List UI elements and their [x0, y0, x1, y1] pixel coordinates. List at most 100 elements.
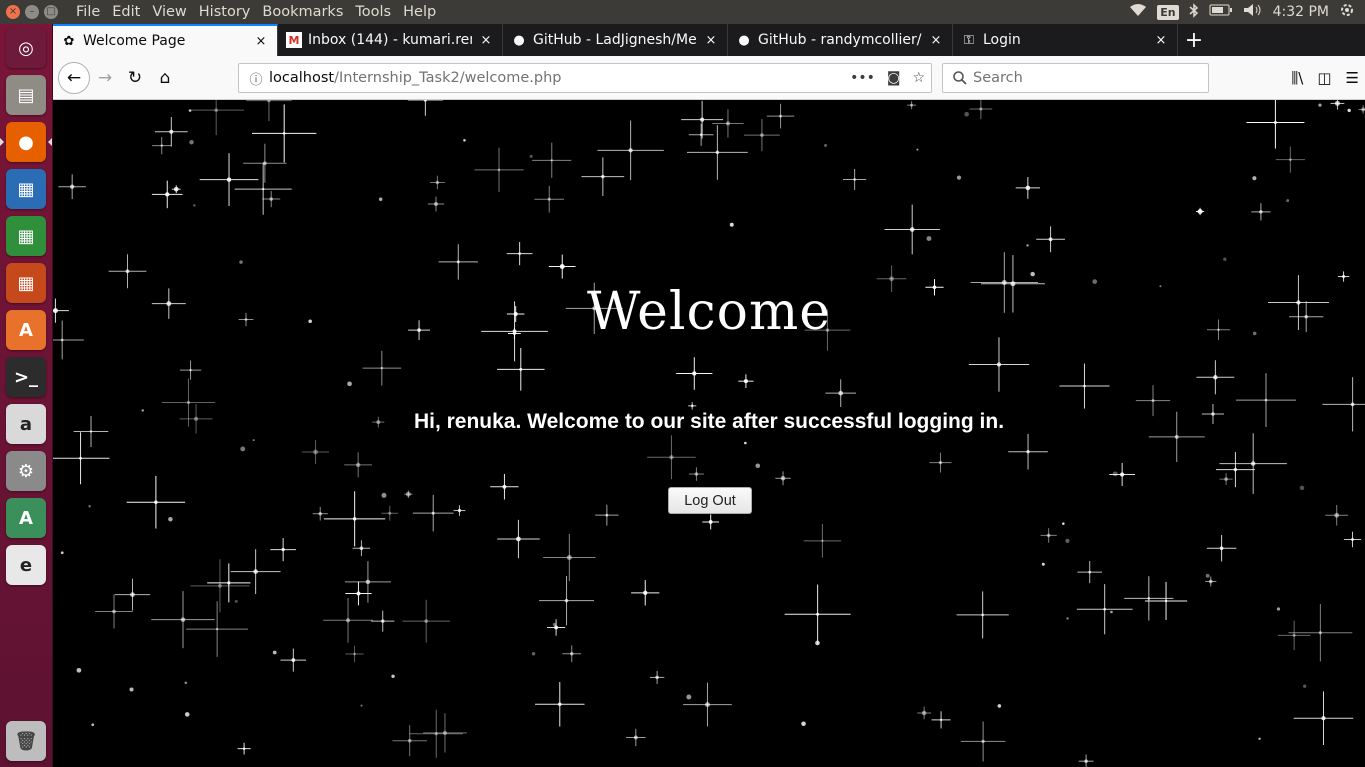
- star-sparkle: [1219, 473, 1233, 486]
- star-sparkle: [647, 435, 696, 480]
- menu-help[interactable]: Help: [397, 4, 442, 20]
- star-sparkle: [352, 540, 371, 557]
- star-dot: [184, 712, 190, 717]
- star-sparkle: [631, 580, 660, 606]
- url-bar[interactable]: ⓘ localhost/Internship_Task2/welcome.php…: [238, 63, 932, 93]
- system-indicators: En 4:32 PM: [1129, 2, 1365, 22]
- tab-title: Login: [983, 32, 1021, 48]
- star-dot: [801, 721, 806, 727]
- amazon-icon[interactable]: a: [6, 404, 46, 444]
- site-info-icon[interactable]: ⓘ: [243, 69, 269, 88]
- reload-button[interactable]: ↻: [120, 63, 150, 93]
- star-sparkle: [497, 347, 545, 391]
- star-dot: [997, 704, 1002, 708]
- menu-file[interactable]: File: [70, 4, 106, 20]
- trash-icon[interactable]: 🗑: [6, 721, 46, 761]
- sidebar-icon[interactable]: ◫: [1317, 69, 1331, 87]
- star-sparkle: [681, 100, 724, 139]
- star-dot: [188, 109, 192, 112]
- star-sparkle: [1293, 691, 1354, 746]
- star-sparkle: [534, 185, 565, 213]
- star-sparkle: [152, 136, 172, 155]
- tab-close-icon[interactable]: ×: [253, 33, 269, 49]
- menu-tools[interactable]: Tools: [349, 4, 397, 20]
- tab-close-icon[interactable]: ×: [703, 32, 719, 48]
- menu-edit[interactable]: Edit: [106, 4, 146, 20]
- tab-inbox[interactable]: M Inbox (144) - kumari.renu ×: [278, 24, 503, 56]
- star-sparkle: [429, 175, 445, 190]
- bookmark-star-icon[interactable]: ☆: [912, 70, 925, 86]
- star-sparkle: [497, 519, 540, 559]
- star-sparkle: [907, 101, 917, 110]
- search-input[interactable]: Search: [942, 63, 1209, 93]
- writer-icon[interactable]: ▦: [6, 169, 46, 209]
- bluetooth-icon[interactable]: [1189, 2, 1199, 22]
- library-icon[interactable]: ⫼\: [1291, 69, 1303, 87]
- menu-history[interactable]: History: [193, 4, 257, 20]
- software-center-icon[interactable]: A: [6, 310, 46, 350]
- star-sparkle: [246, 100, 292, 122]
- battery-icon[interactable]: [1209, 4, 1233, 20]
- menu-icon[interactable]: ☰: [1346, 69, 1359, 87]
- calc-icon[interactable]: ▦: [6, 216, 46, 256]
- star-sparkle: [547, 619, 566, 636]
- star-dot: [1066, 617, 1069, 620]
- terminal-icon[interactable]: >_: [6, 357, 46, 397]
- tab-github-randymcollier[interactable]: ● GitHub - randymcollier/P ×: [728, 24, 953, 56]
- window-close-button[interactable]: ×: [6, 5, 20, 19]
- star-sparkle: [917, 706, 932, 720]
- star-sparkle: [302, 439, 330, 465]
- ubuntu-dash-icon[interactable]: ◎: [6, 28, 46, 68]
- top-panel: × – □ File Edit View History Bookmarks T…: [0, 0, 1365, 24]
- new-tab-button[interactable]: +: [1178, 24, 1210, 56]
- firefox-icon[interactable]: ●: [6, 122, 46, 162]
- star-sparkle: [548, 254, 576, 279]
- wifi-icon[interactable]: [1129, 3, 1147, 21]
- settings-icon[interactable]: ⚙: [6, 451, 46, 491]
- tab-close-icon[interactable]: ×: [478, 32, 494, 48]
- window-maximize-button[interactable]: □: [44, 5, 58, 19]
- android-studio-icon[interactable]: A: [6, 498, 46, 538]
- keyboard-layout-indicator[interactable]: En: [1157, 4, 1179, 20]
- clock[interactable]: 4:32 PM: [1273, 4, 1329, 20]
- star-dot: [252, 439, 255, 442]
- launcher: ◎ ▤ ● ▦ ▦ ▦ A >_a ⚙ Ae 🗑: [0, 24, 53, 767]
- star-dot: [234, 599, 238, 603]
- tab-login[interactable]: ⚿ Login ×: [953, 24, 1178, 56]
- menu-bookmarks[interactable]: Bookmarks: [256, 4, 349, 20]
- tab-title: Welcome Page: [83, 33, 186, 49]
- tab-close-icon[interactable]: ×: [928, 32, 944, 48]
- tab-title: Inbox (144) - kumari.renu: [308, 32, 472, 48]
- tab-bar: ✿ Welcome Page × M Inbox (144) - kumari.…: [53, 24, 1365, 56]
- impress-icon[interactable]: ▦: [6, 263, 46, 303]
- star-sparkle: [171, 185, 181, 194]
- star-sparkle: [960, 721, 1006, 762]
- power-icon[interactable]: [1339, 2, 1355, 22]
- star-sparkle: [404, 490, 413, 498]
- window-minimize-button[interactable]: –: [25, 5, 39, 19]
- home-button[interactable]: ⌂: [150, 63, 180, 93]
- menu-view[interactable]: View: [146, 4, 192, 20]
- star-sparkle: [151, 591, 215, 649]
- star-sparkle: [562, 645, 582, 663]
- star-sparkle: [199, 153, 259, 207]
- star-sparkle: [474, 147, 524, 193]
- tab-welcome-page[interactable]: ✿ Welcome Page ×: [53, 24, 278, 56]
- star-dot: [824, 144, 827, 147]
- star-sparkle: [775, 471, 791, 486]
- star-dot: [184, 681, 188, 685]
- tab-github-ladjignesh[interactable]: ● GitHub - LadJignesh/Me ×: [503, 24, 728, 56]
- tab-close-icon[interactable]: ×: [1153, 32, 1169, 48]
- files-icon[interactable]: ▤: [6, 75, 46, 115]
- forward-button[interactable]: →: [90, 63, 120, 93]
- back-button[interactable]: ←: [58, 61, 90, 94]
- star-sparkle: [1343, 531, 1362, 548]
- search-icon: [947, 71, 973, 85]
- star-sparkle: [1330, 100, 1345, 110]
- page-actions-icon[interactable]: •••: [850, 70, 875, 86]
- eclipse-icon[interactable]: e: [6, 545, 46, 585]
- volume-icon[interactable]: [1243, 3, 1263, 21]
- pocket-icon[interactable]: ◙: [887, 70, 901, 86]
- star-sparkle: [1015, 177, 1040, 199]
- logout-button[interactable]: Log Out: [668, 487, 752, 514]
